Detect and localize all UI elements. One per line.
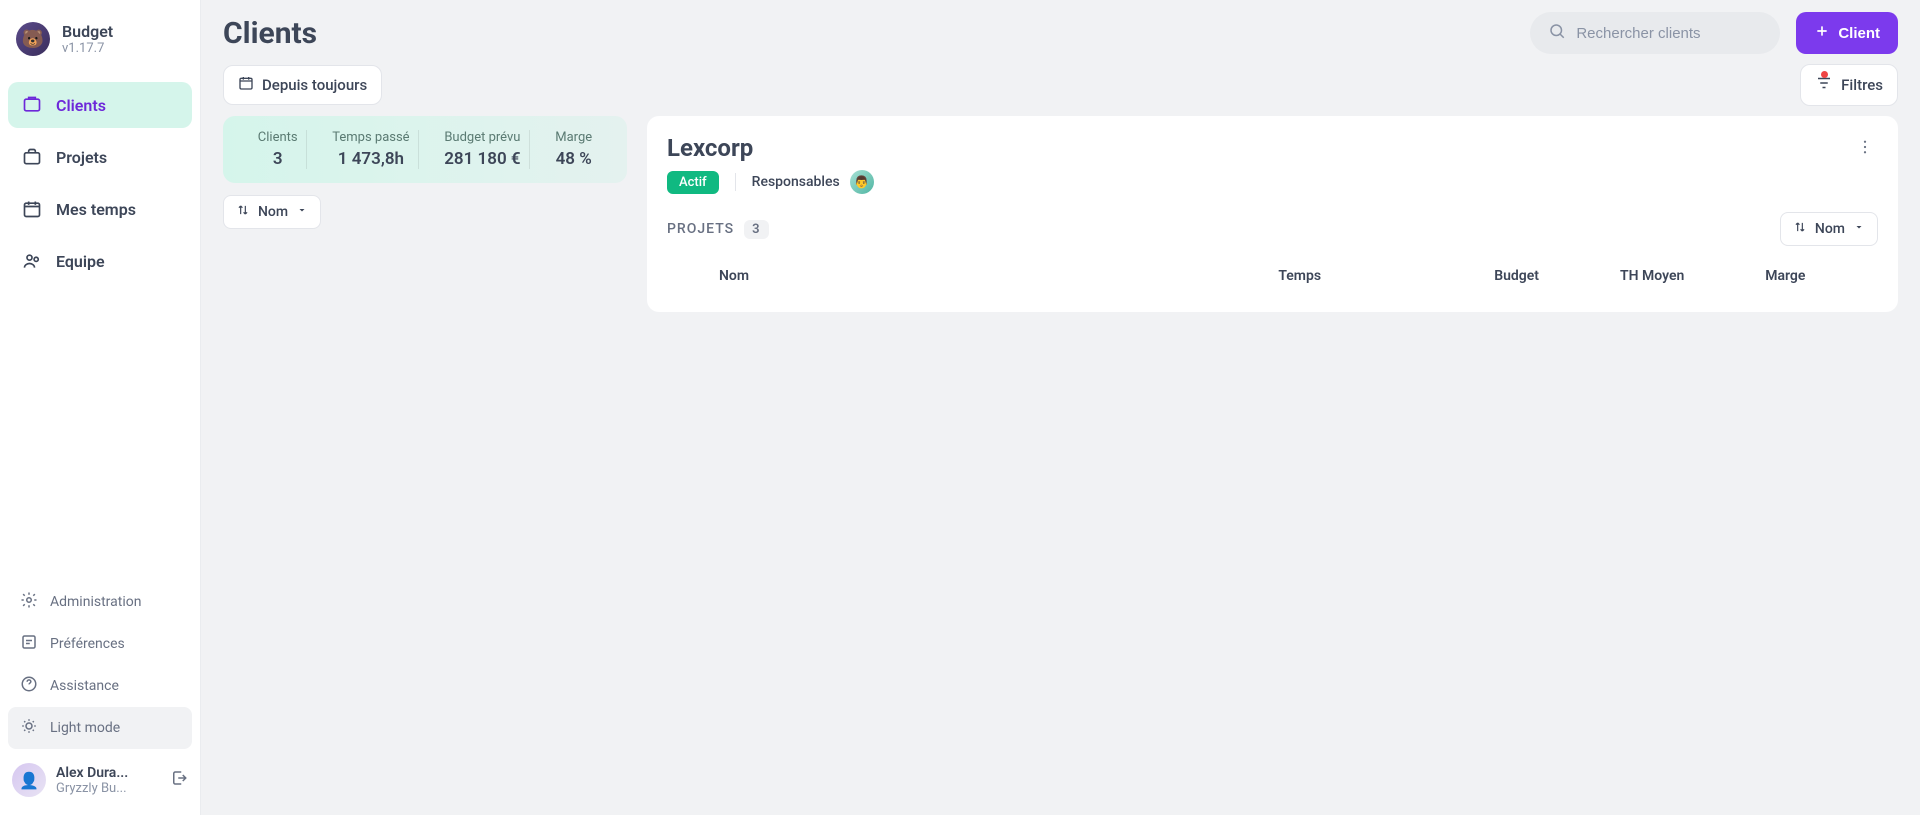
filters-button[interactable]: Filtres <box>1800 64 1898 106</box>
stats-card: Clients 3 Temps passé 1 473,8h Budget pr… <box>223 116 627 183</box>
light-mode-label: Light mode <box>50 720 120 736</box>
projects-table: Nom Temps Budget TH Moyen Marge <box>667 258 1878 294</box>
nav-preferences-label: Préférences <box>50 636 125 652</box>
detail-more-button[interactable] <box>1852 134 1878 164</box>
search-icon <box>1548 22 1566 44</box>
filters-label: Filtres <box>1841 76 1883 94</box>
stat-margin-label: Marge <box>555 130 592 145</box>
toolbar: Depuis toujours Filtres <box>223 64 1898 106</box>
new-client-label: Client <box>1838 25 1880 42</box>
divider <box>735 173 736 191</box>
main-nav: Clients Projets Mes temps Equipe <box>0 74 200 298</box>
new-client-button[interactable]: Client <box>1796 12 1898 54</box>
stat-clients-value: 3 <box>258 149 298 169</box>
detail-sort-button[interactable]: Nom <box>1780 212 1878 246</box>
nav-administration-label: Administration <box>50 594 141 610</box>
user-block[interactable]: 👤 Alex Dura... Gryzzly Bu... <box>0 753 200 815</box>
responsable-avatar[interactable]: 👨 <box>850 170 874 194</box>
light-mode-toggle[interactable]: Light mode <box>8 707 192 749</box>
nav-team-label: Equipe <box>56 252 105 271</box>
date-filter-label: Depuis toujours <box>262 76 367 94</box>
stat-margin-value: 48 % <box>555 149 592 169</box>
stat-budget-value: 281 180 € <box>444 149 520 169</box>
logo-block: 🐻 Budget v1.17.7 <box>0 0 200 74</box>
user-name: Alex Dura... <box>56 765 160 781</box>
responsables-label: Responsables <box>752 174 840 190</box>
stat-time-value: 1 473,8h <box>332 149 409 169</box>
col-time: Temps <box>1176 258 1333 294</box>
gear-icon <box>20 591 38 613</box>
col-budget: Budget <box>1333 258 1551 294</box>
topbar: Clients Client <box>223 12 1898 54</box>
main-content: Clients Client Depuis toujours Filtres <box>201 0 1920 815</box>
clients-icon <box>22 95 42 115</box>
content-row: Clients 3 Temps passé 1 473,8h Budget pr… <box>223 116 1898 815</box>
client-detail-panel: Lexcorp Actif Responsables 👨 <box>647 116 1898 312</box>
nav-projects[interactable]: Projets <box>8 134 192 180</box>
stat-budget-label: Budget prévu <box>444 130 520 145</box>
help-icon <box>20 675 38 697</box>
chevron-down-icon <box>1853 221 1865 237</box>
projects-tab-label: PROJETS <box>667 221 734 237</box>
nav-preferences[interactable]: Préférences <box>8 623 192 665</box>
col-th: TH Moyen <box>1551 258 1696 294</box>
sort-label: Nom <box>258 204 288 220</box>
nav-assistance-label: Assistance <box>50 678 119 694</box>
page-title: Clients <box>223 16 317 51</box>
user-org: Gryzzly Bu... <box>56 781 160 796</box>
times-icon <box>22 199 42 219</box>
nav-team[interactable]: Equipe <box>8 238 192 284</box>
projects-count: 3 <box>744 220 768 239</box>
chevron-down-icon <box>296 204 308 220</box>
detail-sort-label: Nom <box>1815 221 1845 237</box>
app-logo: 🐻 <box>16 22 50 56</box>
sort-icon <box>1793 220 1807 238</box>
nav-assistance[interactable]: Assistance <box>8 665 192 707</box>
app-name: Budget <box>62 22 113 41</box>
sort-icon <box>236 203 250 221</box>
nav-clients-label: Clients <box>56 96 106 115</box>
nav-times-label: Mes temps <box>56 200 136 219</box>
status-badge: Actif <box>667 171 719 194</box>
stat-clients-label: Clients <box>258 130 298 145</box>
prefs-icon <box>20 633 38 655</box>
detail-title: Lexcorp <box>667 134 874 162</box>
calendar-icon <box>238 75 254 95</box>
sort-button[interactable]: Nom <box>223 195 321 229</box>
col-name: Nom <box>667 258 1176 294</box>
nav-administration[interactable]: Administration <box>8 581 192 623</box>
stat-time-label: Temps passé <box>332 130 409 145</box>
sun-icon <box>20 717 38 739</box>
plus-icon <box>1814 23 1830 43</box>
nav-times[interactable]: Mes temps <box>8 186 192 232</box>
date-filter[interactable]: Depuis toujours <box>223 65 382 105</box>
app-version: v1.17.7 <box>62 41 113 56</box>
nav-clients[interactable]: Clients <box>8 82 192 128</box>
bottom-nav: Administration Préférences Assistance Li… <box>0 577 200 753</box>
sidebar: 🐻 Budget v1.17.7 Clients Projets Mes tem… <box>0 0 201 815</box>
projects-icon <box>22 147 42 167</box>
search-input[interactable] <box>1576 25 1775 42</box>
clients-column: Clients 3 Temps passé 1 473,8h Budget pr… <box>223 116 627 815</box>
team-icon <box>22 251 42 271</box>
user-avatar: 👤 <box>12 763 46 797</box>
logout-icon[interactable] <box>170 769 188 791</box>
nav-projects-label: Projets <box>56 148 107 167</box>
col-margin: Marge <box>1696 258 1817 294</box>
search-box[interactable] <box>1530 12 1780 54</box>
